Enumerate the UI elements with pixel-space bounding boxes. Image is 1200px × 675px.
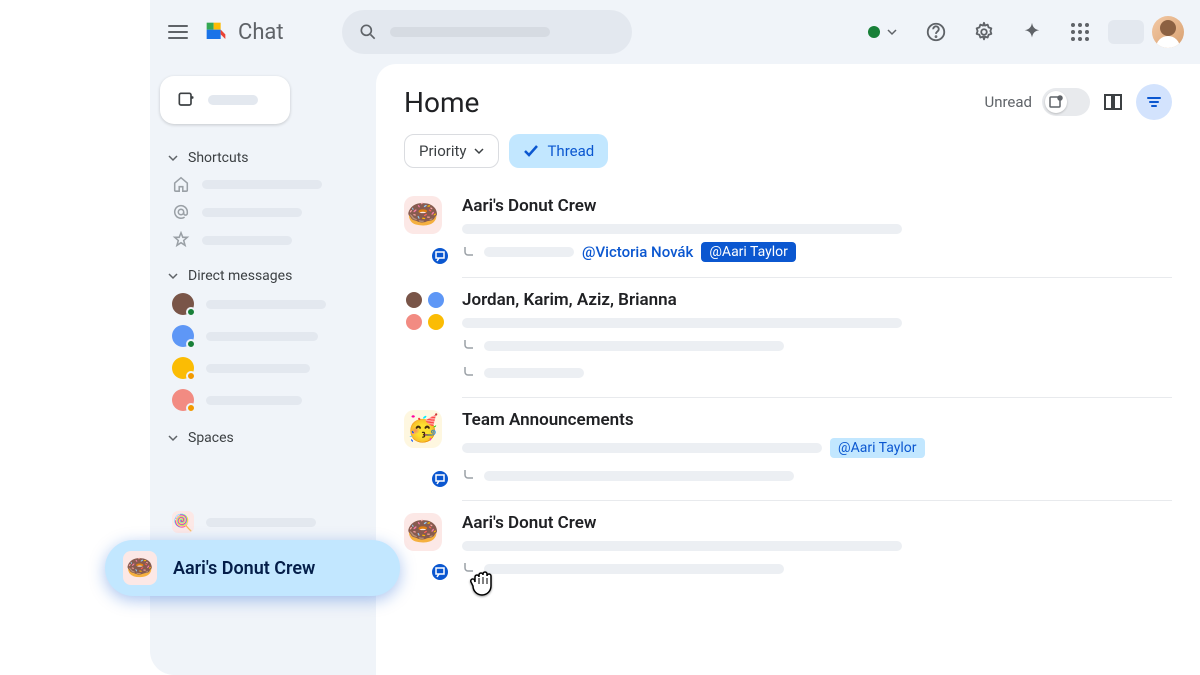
chip-label: Thread	[547, 142, 594, 160]
new-chat-label	[208, 95, 258, 105]
search-placeholder	[390, 27, 550, 37]
section-shortcuts[interactable]: Shortcuts	[160, 146, 370, 170]
at-icon	[172, 203, 190, 221]
section-label: Shortcuts	[188, 150, 249, 166]
star-icon	[172, 231, 190, 249]
dm-avatar	[172, 293, 194, 315]
gemini-button[interactable]	[1012, 12, 1052, 52]
search-icon	[358, 22, 378, 42]
caret-down-icon	[168, 271, 178, 281]
app-window: Chat	[150, 0, 1200, 675]
chip-label: Priority	[419, 142, 466, 160]
dm-item[interactable]	[160, 352, 370, 384]
thread-badge-icon	[430, 246, 450, 266]
reply-arrow-icon	[462, 363, 476, 382]
group-avatar	[404, 290, 446, 332]
space-avatar-icon: 🍩	[404, 513, 442, 551]
section-spaces[interactable]: Spaces	[160, 426, 370, 450]
filter-icon	[1144, 92, 1164, 112]
space-item[interactable]: 🍭	[160, 506, 370, 538]
toggle-switch[interactable]	[1042, 88, 1090, 116]
mention-link[interactable]: @Victoria Novák	[582, 243, 693, 261]
app-logo-block[interactable]: Chat	[202, 18, 284, 46]
conversation-title: Team Announcements	[462, 410, 1172, 430]
reply-arrow-icon	[462, 336, 476, 355]
home-icon	[172, 175, 190, 193]
reply-arrow-icon	[462, 243, 476, 262]
chip-thread[interactable]: Thread	[509, 134, 608, 168]
filter-button[interactable]	[1136, 84, 1172, 120]
apps-button[interactable]	[1060, 12, 1100, 52]
dm-item[interactable]	[160, 288, 370, 320]
reply-arrow-icon	[462, 466, 476, 485]
shortcut-home[interactable]	[160, 170, 370, 198]
chip-priority[interactable]: Priority	[404, 134, 499, 168]
dm-avatar	[172, 325, 194, 347]
space-avatar-icon: 🍭	[172, 511, 194, 533]
search-input[interactable]	[342, 10, 632, 54]
status-dropdown[interactable]	[858, 20, 908, 44]
conversation-item[interactable]: 🍩 Aari's Donut Crew	[404, 501, 1172, 593]
org-badge	[1108, 20, 1144, 44]
grab-cursor-icon	[465, 564, 501, 600]
chat-logo-icon	[202, 18, 230, 46]
account-avatar[interactable]	[1152, 16, 1184, 48]
dm-item[interactable]	[160, 384, 370, 416]
caret-down-icon	[168, 153, 178, 163]
space-avatar-icon: 🍩	[123, 551, 157, 585]
thread-badge-icon	[430, 562, 450, 582]
unread-toggle[interactable]: Unread	[984, 88, 1090, 116]
settings-button[interactable]	[964, 12, 1004, 52]
dm-item[interactable]	[160, 320, 370, 352]
unread-icon	[1048, 94, 1064, 110]
page-title: Home	[404, 86, 479, 119]
help-icon	[925, 21, 947, 43]
unread-label: Unread	[984, 93, 1032, 111]
section-label: Spaces	[188, 430, 234, 446]
mention-chip[interactable]: @Aari Taylor	[701, 242, 796, 262]
split-view-icon[interactable]	[1102, 91, 1124, 113]
conversation-item[interactable]: Jordan, Karim, Aziz, Brianna	[404, 278, 1172, 397]
conversation-title: Aari's Donut Crew	[462, 513, 1172, 533]
section-label: Direct messages	[188, 268, 292, 284]
dragged-space-label: Aari's Donut Crew	[173, 558, 315, 579]
dm-avatar	[172, 357, 194, 379]
conversation-title: Aari's Donut Crew	[462, 196, 1172, 216]
topbar: Chat	[150, 0, 1200, 64]
help-button[interactable]	[916, 12, 956, 52]
check-icon	[523, 143, 539, 159]
compose-icon	[176, 90, 196, 110]
shortcut-mentions[interactable]	[160, 198, 370, 226]
mention-chip[interactable]: @Aari Taylor	[830, 438, 925, 458]
filter-chips: Priority Thread	[404, 134, 1172, 168]
conversation-title: Jordan, Karim, Aziz, Brianna	[462, 290, 1172, 310]
space-avatar-icon: 🥳	[404, 410, 442, 448]
body: Shortcuts Direct messages	[150, 64, 1200, 675]
conversation-list: 🍩 Aari's Donut Crew @Victoria Novák @Aari T…	[404, 184, 1172, 593]
app-name: Chat	[238, 20, 284, 45]
conversation-item[interactable]: 🍩 Aari's Donut Crew @Victoria Novák @Aari T…	[404, 184, 1172, 277]
menu-icon[interactable]	[166, 20, 190, 44]
main-header: Home Unread	[404, 84, 1172, 120]
sparkle-icon	[1021, 21, 1043, 43]
chevron-down-icon	[886, 26, 898, 38]
caret-down-icon	[474, 146, 484, 156]
space-avatar-icon: 🍩	[404, 196, 442, 234]
gear-icon	[973, 21, 995, 43]
apps-grid-icon	[1071, 23, 1089, 41]
section-dms[interactable]: Direct messages	[160, 264, 370, 288]
dragged-space-pill[interactable]: 🍩 Aari's Donut Crew	[105, 540, 400, 596]
shortcut-starred[interactable]	[160, 226, 370, 254]
new-chat-button[interactable]	[160, 76, 290, 124]
conversation-item[interactable]: 🥳 Team Announcements @Aari Taylor	[404, 398, 1172, 500]
caret-down-icon	[168, 433, 178, 443]
dm-avatar	[172, 389, 194, 411]
presence-dot-icon	[868, 26, 880, 38]
thread-badge-icon	[430, 469, 450, 489]
